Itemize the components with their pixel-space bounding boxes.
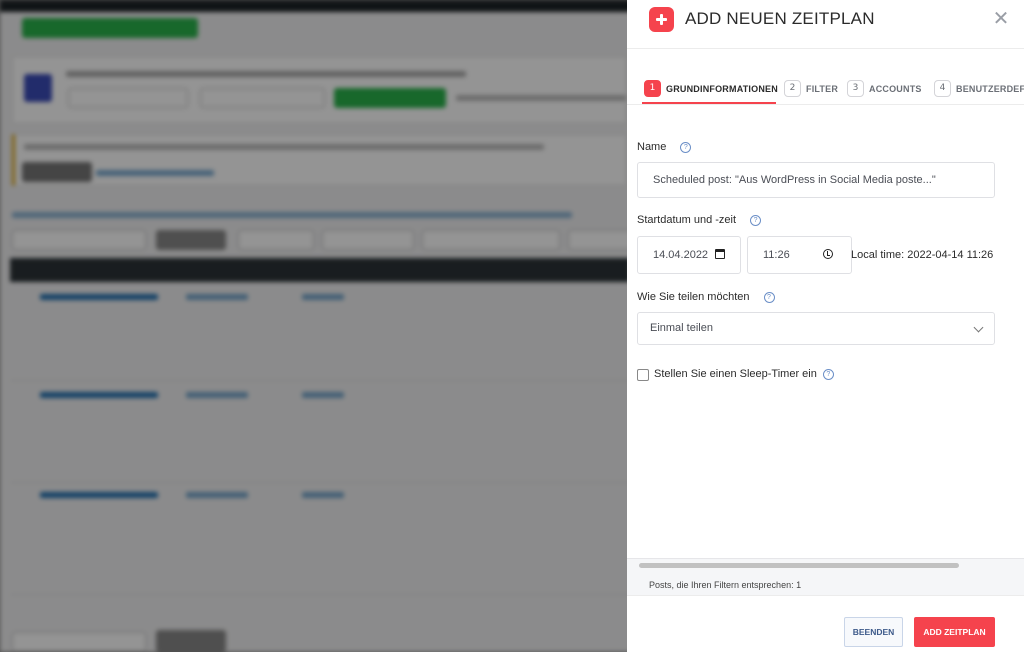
calendar-icon[interactable] — [715, 249, 725, 259]
share-select-value: Einmal teilen — [650, 322, 713, 334]
modal-overlay[interactable] — [0, 0, 627, 652]
share-select[interactable]: Einmal teilen — [637, 312, 995, 345]
posts-count: Posts, die Ihren Filtern entsprechen: 1 — [649, 580, 802, 590]
time-input[interactable]: 11:26 — [747, 236, 852, 274]
start-date-label-text: Startdatum und -zeit — [637, 214, 737, 226]
close-icon[interactable]: ✕ — [991, 8, 1011, 28]
help-icon[interactable]: ? — [680, 142, 692, 153]
clock-icon[interactable] — [823, 249, 833, 259]
tab-number: 4 — [934, 80, 951, 97]
name-label: Name? — [637, 141, 692, 153]
date-input[interactable]: 14.04.2022 — [637, 236, 741, 274]
tab-number: 1 — [644, 80, 661, 97]
tab-number: 3 — [847, 80, 864, 97]
tab-grundinformationen[interactable]: 1 GRUNDINFORMATIONEN — [644, 78, 778, 97]
start-date-label: Startdatum und -zeit? — [637, 214, 762, 226]
cancel-button[interactable]: BEENDEN — [844, 617, 903, 647]
panel-header: ADD NEUEN ZEITPLAN ✕ — [627, 0, 1024, 49]
add-schedule-panel: ADD NEUEN ZEITPLAN ✕ 1 GRUNDINFORMATIONEN… — [627, 0, 1024, 652]
action-bar: BEENDEN ADD ZEITPLAN — [627, 595, 1024, 652]
tab-label: FILTER — [806, 83, 839, 94]
panel-footer: Posts, die Ihren Filtern entsprechen: 1 … — [627, 558, 1024, 652]
tab-accounts[interactable]: 3 ACCOUNTS — [847, 78, 922, 97]
share-label: Wie Sie teilen möchten? — [637, 291, 775, 303]
date-value: 14.04.2022 — [653, 249, 709, 261]
tab-label: ACCOUNTS — [869, 83, 922, 94]
tab-label: GRUNDINFORMATIONEN — [666, 83, 778, 94]
name-field[interactable]: Scheduled post: "Aus WordPress in Social… — [637, 162, 995, 198]
tab-benutzerdefiniert[interactable]: 4 BENUTZERDEFINI — [934, 78, 1024, 97]
horizontal-scrollbar[interactable] — [639, 563, 959, 568]
share-label-text: Wie Sie teilen möchten — [637, 291, 750, 303]
plus-icon — [649, 7, 674, 32]
name-label-text: Name — [637, 141, 667, 153]
active-tab-indicator — [642, 102, 776, 104]
time-value: 11:26 — [763, 249, 790, 261]
help-icon[interactable]: ? — [763, 292, 775, 303]
help-icon[interactable]: ? — [750, 215, 762, 226]
tab-filter[interactable]: 2 FILTER — [784, 78, 839, 97]
panel-title: ADD NEUEN ZEITPLAN — [685, 9, 875, 28]
local-time: Local time: 2022-04-14 11:26 — [851, 249, 994, 261]
sleep-timer-checkbox[interactable] — [637, 369, 649, 381]
sleep-timer-label[interactable]: Stellen Sie einen Sleep-Timer ein? — [654, 368, 834, 380]
sleep-timer-label-text: Stellen Sie einen Sleep-Timer ein — [654, 368, 817, 380]
step-tabs: 1 GRUNDINFORMATIONEN 2 FILTER 3 ACCOUNTS 4B… — [627, 50, 1024, 105]
tab-label: BENUTZERDEFINI — [956, 83, 1024, 94]
add-schedule-button[interactable]: ADD ZEITPLAN — [914, 617, 995, 647]
chevron-down-icon — [973, 322, 984, 333]
help-icon[interactable]: ? — [822, 369, 834, 380]
tab-number: 2 — [784, 80, 801, 97]
